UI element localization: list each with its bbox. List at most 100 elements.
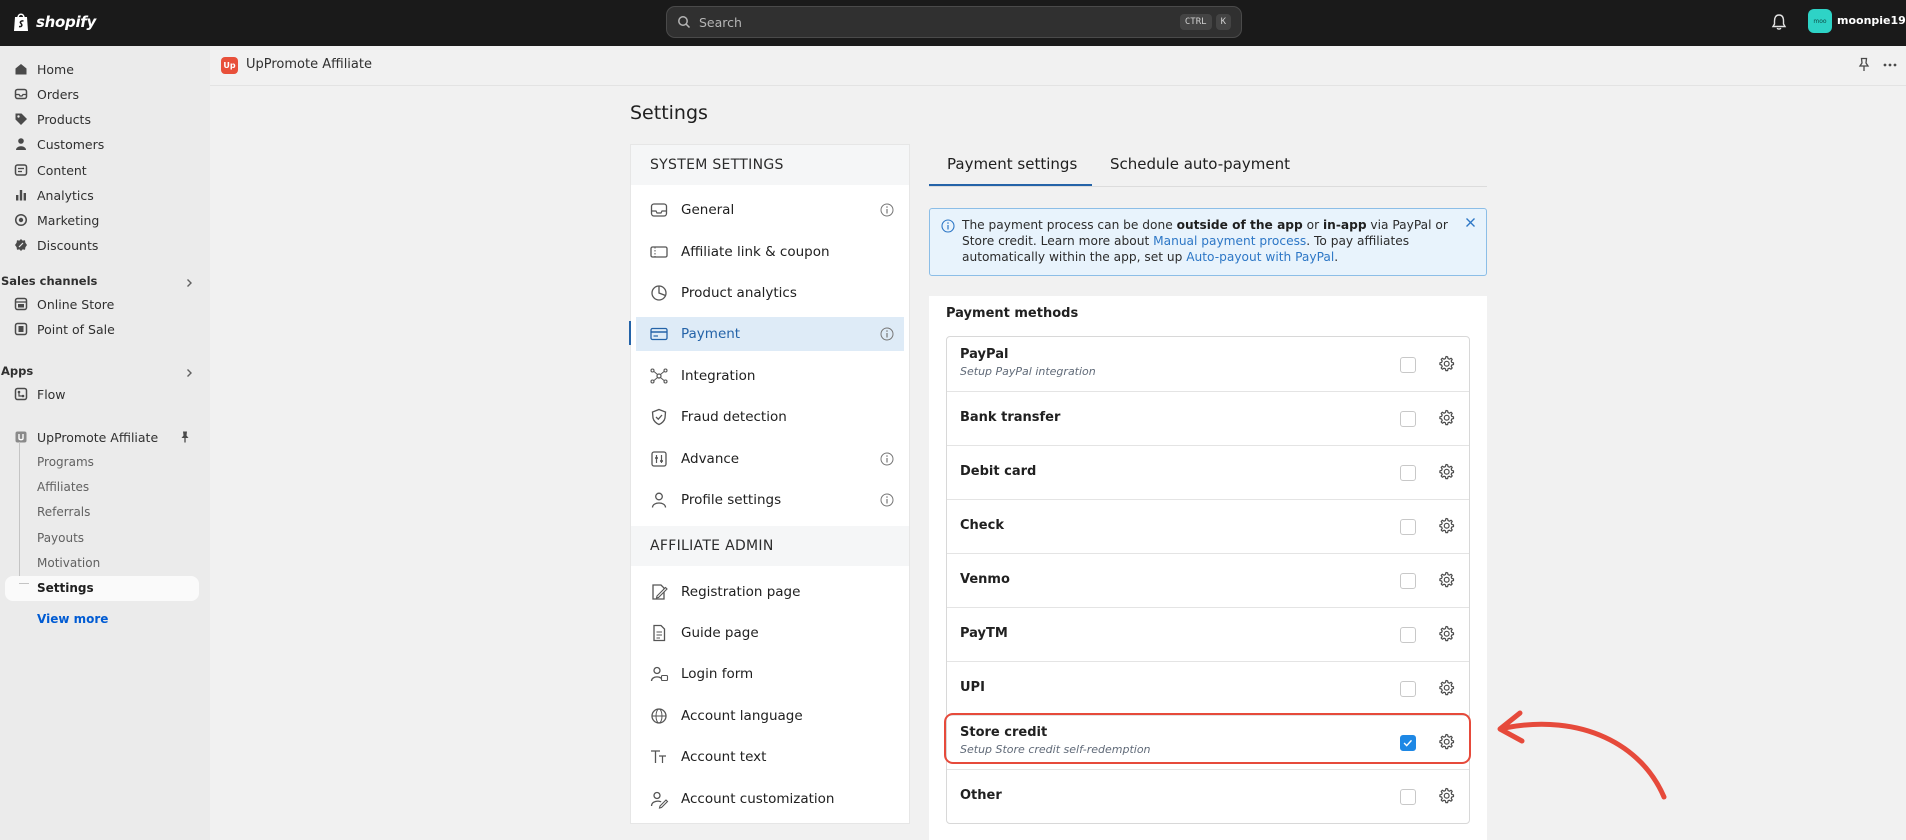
- banner-bold: in-app: [1322, 218, 1367, 232]
- payment-method-checkbox[interactable]: [1400, 627, 1416, 643]
- sidebar-item-label: Content: [37, 162, 87, 178]
- shortcut-key-k: K: [1215, 14, 1231, 30]
- gear-icon[interactable]: [1437, 355, 1455, 373]
- sales-channels-heading[interactable]: Sales channels: [1, 274, 97, 288]
- chevron-right-icon[interactable]: [183, 367, 195, 379]
- payment-method-checkbox[interactable]: [1400, 357, 1416, 373]
- pin-icon[interactable]: [1857, 57, 1871, 73]
- menu-item-profile-settings[interactable]: Profile settings: [636, 483, 904, 517]
- sidebar-subitem-affiliates[interactable]: Affiliates: [37, 480, 89, 494]
- tabs-border: [929, 186, 1487, 187]
- chevron-right-icon[interactable]: [183, 277, 195, 289]
- menu-item-payment[interactable]: Payment: [636, 317, 904, 351]
- sidebar-item-flow[interactable]: Flow: [6, 382, 198, 406]
- info-icon[interactable]: [880, 493, 894, 507]
- gear-icon[interactable]: [1437, 571, 1455, 589]
- info-icon: [941, 219, 955, 233]
- info-icon[interactable]: [880, 203, 894, 217]
- sidebar-item-content[interactable]: Content: [6, 158, 198, 182]
- payment-method-checkbox[interactable]: [1400, 573, 1416, 589]
- ticket-icon: [649, 242, 669, 262]
- sidebar-item-orders[interactable]: Orders: [6, 82, 198, 106]
- manual-payment-link[interactable]: Manual payment process: [1153, 234, 1306, 248]
- pin-icon[interactable]: [179, 430, 191, 444]
- payment-method-checkbox[interactable]: [1400, 465, 1416, 481]
- menu-item-integration[interactable]: Integration: [636, 359, 904, 393]
- sidebar-item-online-store[interactable]: Online Store: [6, 292, 198, 316]
- payment-method-subtitle[interactable]: Setup PayPal integration: [960, 365, 1096, 378]
- info-icon[interactable]: [880, 327, 894, 341]
- shopify-logo[interactable]: shopify: [12, 11, 96, 33]
- user-icon: [649, 490, 669, 510]
- gear-icon[interactable]: [1437, 679, 1455, 697]
- gear-icon[interactable]: [1437, 463, 1455, 481]
- menu-item-guide-page[interactable]: Guide page: [636, 616, 904, 650]
- username[interactable]: moonpie198: [1837, 14, 1906, 27]
- home-icon: [14, 62, 28, 76]
- sidebar-item-uppromote-affiliate[interactable]: UpPromote Affiliate: [6, 425, 198, 449]
- menu-item-login-form[interactable]: Login form: [636, 657, 904, 691]
- sidebar-item-discounts[interactable]: Discounts: [6, 233, 198, 257]
- menu-item-account-text[interactable]: Account text: [636, 740, 904, 774]
- payment-method-name: Venmo: [960, 572, 1010, 587]
- target-icon: [14, 213, 28, 227]
- sidebar-subitem-settings[interactable]: Settings: [37, 581, 94, 595]
- inbox-icon: [649, 200, 669, 220]
- search-input[interactable]: Search CTRL K: [666, 6, 1242, 38]
- tab-schedule-auto-payment[interactable]: Schedule auto-payment: [1110, 155, 1290, 173]
- info-icon[interactable]: [880, 452, 894, 466]
- menu-item-advance[interactable]: Advance: [636, 442, 904, 476]
- menu-item-label: Payment: [681, 326, 741, 342]
- page-title: Settings: [630, 102, 708, 124]
- person-icon: [14, 137, 28, 151]
- sidebar-item-label: Point of Sale: [37, 321, 115, 337]
- payment-method-checkbox[interactable]: [1400, 519, 1416, 535]
- sidebar-item-label: Customers: [37, 136, 105, 152]
- tab-payment-settings[interactable]: Payment settings: [947, 155, 1077, 173]
- menu-item-account-language[interactable]: Account language: [636, 699, 904, 733]
- menu-item-fraud-detection[interactable]: Fraud detection: [636, 400, 904, 434]
- bell-icon[interactable]: [1771, 13, 1787, 31]
- close-icon[interactable]: [1465, 217, 1476, 228]
- banner-text: or: [1302, 218, 1323, 232]
- apps-heading[interactable]: Apps: [1, 364, 33, 378]
- sidebar-item-home[interactable]: Home: [6, 57, 198, 81]
- sidebar-item-products[interactable]: Products: [6, 107, 198, 131]
- menu-item-label: Account language: [681, 708, 803, 724]
- sidebar-subitem-programs[interactable]: Programs: [37, 455, 94, 469]
- gear-icon[interactable]: [1437, 409, 1455, 427]
- menu-item-affiliate-link-coupon[interactable]: Affiliate link & coupon: [636, 235, 904, 269]
- sidebar-item-customers[interactable]: Customers: [6, 132, 198, 156]
- menu-item-account-customization[interactable]: Account customization: [636, 782, 904, 816]
- payment-method-checkbox[interactable]: [1400, 411, 1416, 427]
- user-edit-icon: [649, 789, 669, 809]
- payment-method-checkbox[interactable]: [1400, 681, 1416, 697]
- gear-icon[interactable]: [1437, 625, 1455, 643]
- avatar[interactable]: moo: [1808, 9, 1832, 33]
- more-horizontal-icon[interactable]: [1882, 57, 1898, 73]
- sidebar-item-label: Marketing: [37, 212, 100, 228]
- app-icon: [14, 430, 28, 444]
- active-indicator: [629, 321, 631, 345]
- menu-item-product-analytics[interactable]: Product analytics: [636, 276, 904, 310]
- brand-name: shopify: [36, 13, 96, 31]
- settings-menu: SYSTEM SETTINGS General Affiliate link &…: [630, 144, 910, 824]
- sidebar-subitem-referrals[interactable]: Referrals: [37, 505, 90, 519]
- menu-item-registration-page[interactable]: Registration page: [636, 575, 904, 609]
- payment-methods-title: Payment methods: [946, 306, 1079, 321]
- gear-icon[interactable]: [1437, 787, 1455, 805]
- sidebar-item-label: Online Store: [37, 296, 115, 312]
- sidebar-subitem-payouts[interactable]: Payouts: [37, 531, 84, 545]
- view-more-link[interactable]: View more: [37, 612, 108, 626]
- sidebar-item-analytics[interactable]: Analytics: [6, 183, 198, 207]
- menu-item-general[interactable]: General: [636, 193, 904, 227]
- auto-payout-link[interactable]: Auto-payout with PayPal: [1186, 250, 1334, 264]
- sidebar-item-point-of-sale[interactable]: Point of Sale: [6, 317, 198, 341]
- credit-card-icon: [649, 324, 669, 344]
- gear-icon[interactable]: [1437, 517, 1455, 535]
- sidebar-subitem-motivation[interactable]: Motivation: [37, 556, 100, 570]
- payment-method-checkbox[interactable]: [1400, 789, 1416, 805]
- sidebar-item-marketing[interactable]: Marketing: [6, 208, 198, 232]
- pencil-page-icon: [649, 582, 669, 602]
- payment-method-row: Other: [947, 770, 1469, 824]
